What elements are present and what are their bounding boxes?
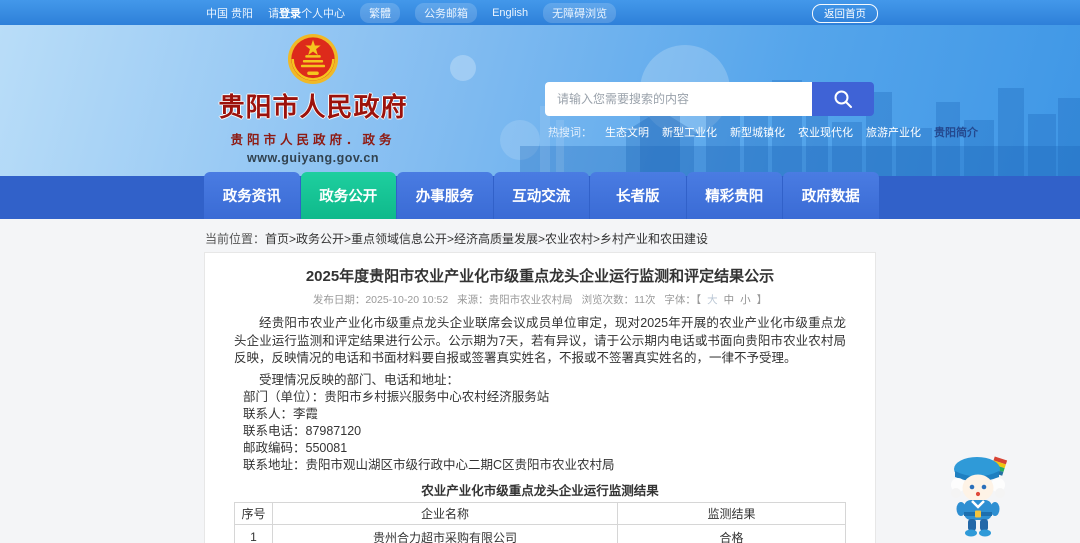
hot-word-5[interactable]: 旅游产业化 [866,124,921,140]
company-name: 贵州合力超市采购有限公司 [272,524,618,543]
breadcrumb-label: 当前位置： [205,232,266,246]
font-size-label: 字体：【 [664,294,702,306]
nav-tab-zhangzheban[interactable]: 长者版 [590,172,686,219]
hot-word-3[interactable]: 新型城镇化 [730,124,785,140]
hot-search-row: 热搜词： 生态文明 新型工业化 新型城镇化 农业现代化 旅游产业化 贵阳简介 [548,124,978,140]
site-search [545,82,874,116]
monitoring-result-table: 序号 企业名称 监测结果 1 贵州合力超市采购有限公司 合格 2 贵州友禾种业有… [234,502,846,543]
mascot-icon [951,456,1008,537]
breadcrumb: 当前位置：首页>政务公开>重点领域信息公开>经济高质量发展>农业农村>乡村产业和… [205,230,708,247]
hot-search-label: 热搜词： [548,127,592,139]
nav-tab-zhengwu-zixun[interactable]: 政务资讯 [204,172,300,219]
hot-word-4[interactable]: 农业现代化 [798,124,853,140]
link-china-guiyang[interactable]: 中国 贵阳 [206,5,253,21]
contact-person: 联系人：李霞 [243,407,319,421]
login-bold-text: 登录 [279,7,302,20]
font-size-label-end: 】 [756,294,768,306]
nav-tab-zhengfu-shuju[interactable]: 政府数据 [783,172,879,219]
article-title: 2025年度贵阳市农业产业化市级重点龙头企业运行监测和评定结果公示 [305,268,775,285]
nav-tab-hudong-jiaoliu[interactable]: 互动交流 [493,172,589,219]
font-size-small-button[interactable]: 小 [740,294,751,306]
nav-tab-banshi-fuwu[interactable]: 办事服务 [397,172,493,219]
login-text-post: 个人中心 [301,7,346,20]
publish-date: 发布日期：2025-10-20 10:52 [312,294,449,306]
link-traditional-chinese[interactable]: 繁體 [360,2,401,23]
mascot-assistant[interactable] [944,452,1016,543]
monitor-result: 合格 [617,524,846,543]
table-caption: 农业产业化市级重点龙头企业运行监测结果 [421,484,659,498]
hot-word-guiyang-intro[interactable]: 贵阳简介 [934,124,978,140]
breadcrumb-path[interactable]: 首页>政务公开>重点领域信息公开>经济高质量发展>农业农村>乡村产业和农田建设 [265,232,708,246]
site-logo[interactable]: 贵阳市人民政府 贵阳市人民政府．政务 www.guiyang.gov.cn [204,33,422,165]
row-index: 1 [234,524,273,543]
search-icon [834,90,852,108]
site-header: 贵阳市人民政府 贵阳市人民政府．政务 www.guiyang.gov.cn 热搜… [0,25,1080,176]
link-official-mail[interactable]: 公务邮箱 [415,2,478,23]
site-subtitle: 贵阳市人民政府．政务 [230,133,396,147]
contact-address: 联系地址：贵阳市观山湖区市级行政中心二期C区贵阳市农业农村局 [243,458,615,472]
link-login-personal-center[interactable]: 请登录个人中心 [268,5,345,21]
article-card: 2025年度贵阳市农业产业化市级重点龙头企业运行监测和评定结果公示 发布日期：2… [204,252,876,543]
contact-info: 部门（单位）：贵阳市乡村振兴服务中心农村经济服务站 联系人：李霞 联系电话：87… [234,389,846,474]
view-count: 浏览次数：11次 [581,294,656,306]
main-nav: 政务资讯 政务公开 办事服务 互动交流 长者版 精彩贵阳 政府数据 [0,172,1080,219]
page: 中国 贵阳 请登录个人中心 繁體 公务邮箱 English 无障碍浏览 返回首页 [0,0,1080,543]
contact-postcode: 邮政编码：550081 [243,441,348,455]
nav-tab-jingcai-guiyang[interactable]: 精彩贵阳 [686,172,782,219]
article-source: 来源：贵阳市农业农村局 [457,294,573,306]
table-header-row: 序号 企业名称 监测结果 [234,502,846,525]
article-paragraph-2: 受理情况反映的部门、电话和地址： [259,372,460,387]
col-header-company: 企业名称 [272,502,618,525]
table-row: 1 贵州合力超市采购有限公司 合格 [234,524,846,543]
site-url: www.guiyang.gov.cn [247,151,379,165]
link-english[interactable]: English [492,7,528,19]
back-home-button[interactable]: 返回首页 [812,4,878,23]
col-header-index: 序号 [234,502,273,525]
font-size-medium-button[interactable]: 中 [724,294,735,306]
national-emblem-icon [287,33,339,85]
article-meta: 发布日期：2025-10-20 10:52 来源：贵阳市农业农村局 浏览次数：1… [234,292,846,307]
login-text: 请 [268,7,280,20]
article-paragraph-1: 经贵阳市农业产业化市级重点龙头企业联席会议成员单位审定，现对2025年开展的农业… [234,316,846,365]
col-header-result: 监测结果 [617,502,846,525]
link-accessibility[interactable]: 无障碍浏览 [543,2,617,23]
top-utility-bar: 中国 贵阳 请登录个人中心 繁體 公务邮箱 English 无障碍浏览 返回首页 [0,0,1080,25]
decor-bokeh [450,55,476,81]
font-size-large-button[interactable]: 大 [707,294,718,306]
hot-word-1[interactable]: 生态文明 [605,124,649,140]
site-title: 贵阳市人民政府 [218,92,408,122]
contact-department: 部门（单位）：贵阳市乡村振兴服务中心农村经济服务站 [243,390,550,404]
contact-phone: 联系电话：87987120 [243,424,362,438]
hot-word-2[interactable]: 新型工业化 [662,124,717,140]
nav-tab-zhengwu-gongkai[interactable]: 政务公开 [300,172,396,219]
search-button[interactable] [812,82,874,116]
cityscape-decoration [520,80,1080,176]
search-input[interactable] [545,82,812,116]
